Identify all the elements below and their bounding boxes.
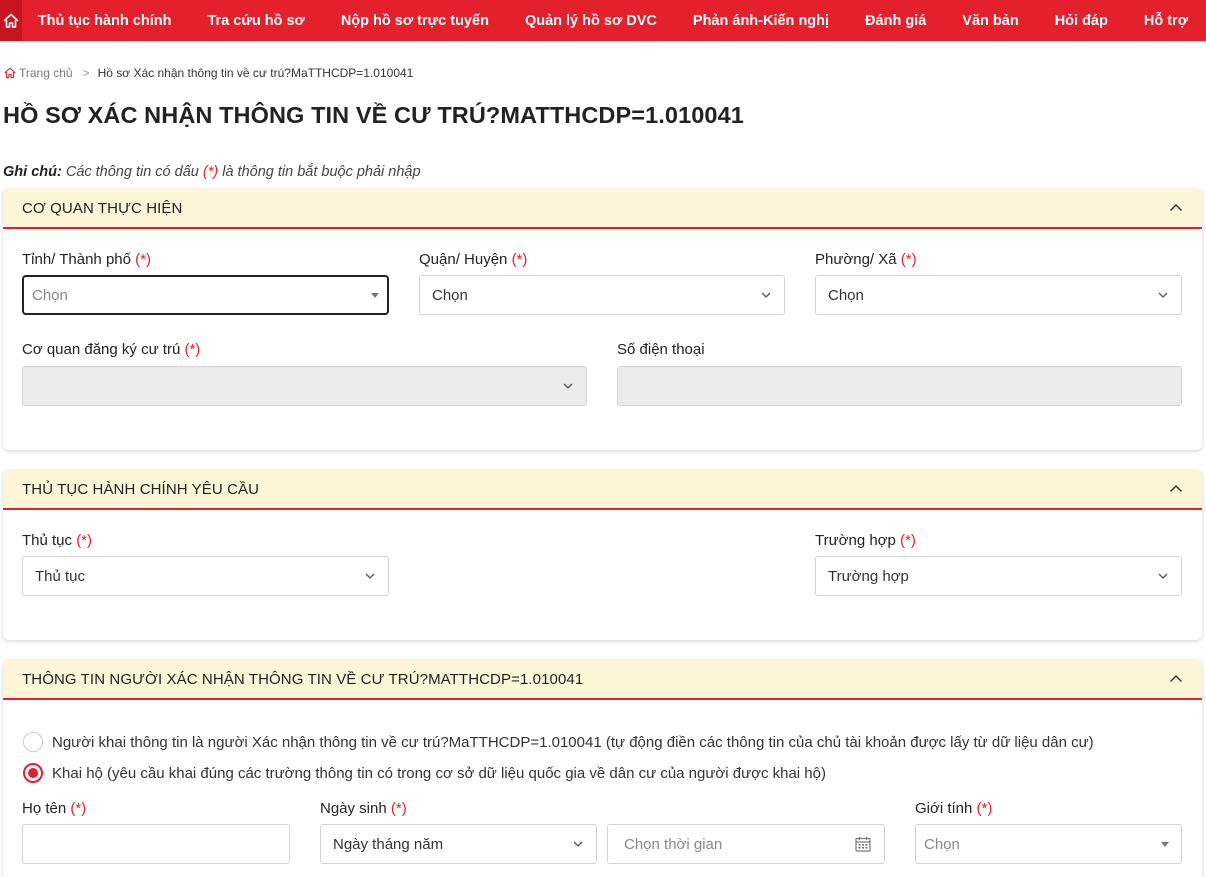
nav-item-thu-tuc[interactable]: Thủ tục hành chính — [22, 13, 190, 29]
breadcrumb: Trang chủ > Hồ sơ Xác nhận thông tin về … — [4, 66, 413, 80]
dob-label: Ngày sinh (*) — [320, 800, 407, 817]
home-icon — [3, 13, 19, 28]
district-label-text: Quận/ Huyện — [419, 251, 508, 268]
top-nav: Thủ tục hành chính Tra cứu hồ sơ Nộp hồ … — [0, 0, 1206, 41]
nav-item-ho-tro[interactable]: Hỗ trợ — [1126, 13, 1206, 29]
required-mark: (*) — [135, 251, 151, 268]
caret-down-icon — [1161, 841, 1169, 847]
province-label-text: Tỉnh/ Thành phố — [22, 251, 131, 268]
agency-label: Cơ quan đăng ký cư trú (*) — [22, 341, 200, 358]
case-select-value: Trường hợp — [828, 567, 909, 585]
required-mark: (*) — [900, 532, 916, 549]
panel-title-co-quan: CƠ QUAN THỰC HIỆN — [22, 199, 183, 217]
phone-input[interactable] — [617, 366, 1182, 406]
panel-thu-tuc-yeu-cau: THỦ TỤC HÀNH CHÍNH YÊU CẦU Thủ tục (*) T… — [3, 470, 1202, 640]
required-mark: (*) — [976, 800, 993, 817]
panel-thong-tin-nguoi-xac-nhan: THÔNG TIN NGƯỜI XÁC NHẬN THÔNG TIN VỀ CƯ… — [3, 660, 1202, 877]
ward-label-text: Phường/ Xã — [815, 251, 897, 268]
required-mark: (*) — [390, 800, 407, 817]
nav-item-danh-gia[interactable]: Đánh giá — [847, 13, 944, 29]
note-text-before: Các thông tin có dấu — [61, 164, 203, 180]
procedure-select-value: Thủ tục — [35, 567, 86, 585]
note-label: Ghi chú: — [3, 164, 62, 180]
panel-header-co-quan[interactable]: CƠ QUAN THỰC HIỆN — [3, 189, 1202, 229]
district-select[interactable]: Chọn — [419, 275, 785, 315]
name-input[interactable] — [22, 824, 290, 864]
note-required-mark: (*) — [202, 164, 219, 180]
procedure-label-text: Thủ tục — [22, 532, 73, 549]
district-label: Quận/ Huyện (*) — [419, 251, 527, 268]
radio-proxy-circle[interactable] — [23, 763, 43, 783]
required-mark: (*) — [184, 341, 201, 358]
district-select-value: Chọn — [432, 286, 468, 304]
radio-self-label: Người khai thông tin là người Xác nhận t… — [52, 733, 1094, 751]
dob-date-placeholder: Chọn thời gian — [624, 835, 723, 853]
ward-select[interactable]: Chọn — [815, 275, 1182, 315]
gender-select[interactable]: Chọn — [915, 824, 1182, 864]
ward-label: Phường/ Xã (*) — [815, 251, 917, 268]
gender-select-value: Chọn — [924, 835, 960, 853]
procedure-label: Thủ tục (*) — [22, 532, 92, 549]
required-mark: (*) — [900, 251, 917, 268]
nav-item-van-ban[interactable]: Văn bản — [944, 13, 1036, 29]
panel-title-thong-tin: THÔNG TIN NGƯỜI XÁC NHẬN THÔNG TIN VỀ CƯ… — [22, 670, 584, 688]
agency-select[interactable] — [22, 366, 587, 406]
chevron-down-icon — [761, 292, 771, 298]
case-label-text: Trường hợp — [815, 532, 896, 549]
case-select[interactable]: Trường hợp — [815, 556, 1182, 596]
chevron-up-icon[interactable] — [1169, 201, 1183, 215]
procedure-select[interactable]: Thủ tục — [22, 556, 389, 596]
chevron-up-icon[interactable] — [1169, 672, 1183, 686]
chevron-down-icon — [563, 383, 573, 389]
required-mark: (*) — [70, 800, 87, 817]
nav-item-tra-cuu[interactable]: Tra cứu hồ sơ — [189, 13, 322, 29]
breadcrumb-separator: > — [82, 66, 90, 80]
radio-proxy-declare[interactable]: Khai hộ (yêu cầu khai đúng các trường th… — [23, 763, 826, 783]
province-select-value: Chọn — [32, 286, 68, 304]
radio-proxy-label: Khai hộ (yêu cầu khai đúng các trường th… — [52, 764, 826, 782]
required-mark: (*) — [76, 532, 93, 549]
dob-date-input[interactable]: Chọn thời gian — [607, 824, 885, 864]
dob-label-text: Ngày sinh — [320, 800, 387, 817]
nav-item-hoi-dap[interactable]: Hỏi đáp — [1037, 13, 1126, 29]
note-text-after: là thông tin bắt buộc phải nhập — [218, 164, 421, 180]
radio-self-declare[interactable]: Người khai thông tin là người Xác nhận t… — [23, 732, 1094, 752]
dob-format-select[interactable]: Ngày tháng năm — [320, 824, 597, 864]
nav-item-nop-ho-so[interactable]: Nộp hồ sơ trực tuyến — [323, 13, 507, 29]
province-select[interactable]: Chọn — [22, 275, 389, 315]
chevron-down-icon — [1158, 292, 1168, 298]
chevron-up-icon[interactable] — [1169, 482, 1183, 496]
required-mark: (*) — [511, 251, 528, 268]
breadcrumb-current: Hồ sơ Xác nhận thông tin về cư trú?MaTTH… — [97, 66, 414, 80]
breadcrumb-home-link[interactable]: Trang chủ — [19, 66, 73, 80]
ward-select-value: Chọn — [828, 286, 864, 304]
panel-co-quan-thuc-hien: CƠ QUAN THỰC HIỆN Tỉnh/ Thành phố (*) Ch… — [3, 189, 1202, 450]
radio-self-circle[interactable] — [23, 732, 43, 752]
province-label: Tỉnh/ Thành phố (*) — [22, 251, 151, 268]
dob-format-value: Ngày tháng năm — [333, 835, 444, 853]
breadcrumb-home-icon — [4, 67, 16, 79]
required-note: Ghi chú: Các thông tin có dấu (*) là thô… — [3, 164, 421, 180]
chevron-down-icon — [1158, 573, 1168, 579]
agency-label-text: Cơ quan đăng ký cư trú — [22, 341, 181, 358]
page-title: HỒ SƠ XÁC NHẬN THÔNG TIN VỀ CƯ TRÚ?MATTH… — [3, 102, 744, 128]
gender-label-text: Giới tính — [915, 800, 973, 817]
gender-label: Giới tính (*) — [915, 800, 992, 817]
chevron-down-icon — [365, 573, 375, 579]
nav-home-button[interactable] — [0, 0, 22, 41]
case-label: Trường hợp (*) — [815, 532, 916, 549]
name-label: Họ tên (*) — [22, 800, 86, 817]
caret-down-icon — [371, 292, 379, 298]
panel-header-thong-tin[interactable]: THÔNG TIN NGƯỜI XÁC NHẬN THÔNG TIN VỀ CƯ… — [3, 660, 1202, 700]
chevron-down-icon — [573, 841, 583, 847]
nav-item-quan-ly[interactable]: Quản lý hồ sơ DVC — [507, 13, 675, 29]
panel-header-thu-tuc[interactable]: THỦ TỤC HÀNH CHÍNH YÊU CẦU — [3, 470, 1202, 510]
calendar-icon[interactable] — [854, 835, 872, 853]
panel-title-thu-tuc: THỦ TỤC HÀNH CHÍNH YÊU CẦU — [22, 480, 260, 498]
nav-item-phan-anh[interactable]: Phản ánh-Kiến nghị — [675, 13, 847, 29]
phone-label: Số điện thoại — [617, 341, 705, 358]
name-label-text: Họ tên — [22, 800, 67, 817]
